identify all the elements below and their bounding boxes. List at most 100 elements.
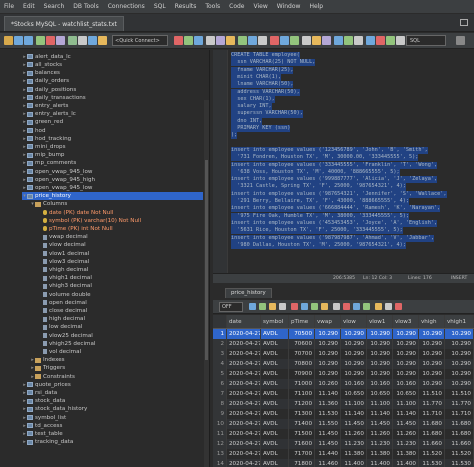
grid-cell[interactable]: AVDL: [261, 369, 289, 379]
grid-cell[interactable]: 10.290: [393, 339, 419, 349]
toolbar-button-icon[interactable]: [46, 36, 55, 45]
row-number[interactable]: 11: [213, 429, 227, 439]
toolbar-button-icon[interactable]: [206, 36, 215, 45]
toolbar-button-icon[interactable]: [258, 36, 267, 45]
results-toolbar-icon[interactable]: [333, 303, 340, 310]
grid-cell[interactable]: 70900: [289, 369, 315, 379]
grid-cell[interactable]: 11.380: [367, 449, 393, 459]
row-number[interactable]: 5: [213, 369, 227, 379]
grid-cell[interactable]: 11.510: [445, 389, 474, 399]
tree-item[interactable]: ▸ tracking_data: [22, 438, 203, 446]
grid-cell[interactable]: 10.160: [393, 379, 419, 389]
toolbar-button-icon[interactable]: [290, 36, 299, 45]
toolbar-button-icon[interactable]: [270, 36, 279, 45]
results-toolbar-icon[interactable]: [269, 303, 276, 310]
tree-item[interactable]: low decimal: [38, 324, 203, 332]
grid-cell[interactable]: 11.380: [393, 449, 419, 459]
row-number[interactable]: 3: [213, 349, 227, 359]
row-number[interactable]: 8: [213, 399, 227, 409]
grid-cell[interactable]: 2020-04-27: [227, 369, 261, 379]
tree-item[interactable]: ▸ mip_bump: [22, 151, 203, 159]
toolbar-button-icon[interactable]: [238, 36, 247, 45]
tree-item[interactable]: ▾ Columns: [30, 201, 203, 209]
grid-cell[interactable]: 11.260: [341, 429, 367, 439]
row-number[interactable]: 4: [213, 359, 227, 369]
tree-item[interactable]: ▸ quote_prices: [22, 381, 203, 389]
grid-cell[interactable]: 10.650: [367, 389, 393, 399]
menu-edit[interactable]: Edit: [23, 3, 35, 10]
grid-cell[interactable]: 11.680: [445, 419, 474, 429]
grid-cell[interactable]: 11.100: [367, 399, 393, 409]
grid-cell[interactable]: 10.290: [445, 369, 474, 379]
toolbar-button-icon[interactable]: [248, 36, 257, 45]
tree-item[interactable]: vhigh1 decimal: [38, 274, 203, 282]
row-number[interactable]: 9: [213, 409, 227, 419]
tree-item[interactable]: ▸ alert_data_lc: [22, 53, 203, 61]
table-row[interactable]: 9 2020-04-27 AVDL 71300 11.530 11.140 11.140 11…: [213, 409, 474, 419]
results-toolbar-icon[interactable]: [311, 303, 318, 310]
toolbar-button-icon[interactable]: [344, 36, 353, 45]
tree-item[interactable]: ▸ open_vwap_945_high: [22, 176, 203, 184]
toolbar-settings-icon[interactable]: [456, 36, 465, 45]
grid-cell[interactable]: 11.530: [419, 459, 445, 467]
grid-cell[interactable]: 10.290: [341, 339, 367, 349]
tree-item[interactable]: ▸ green_red: [22, 119, 203, 127]
grid-cell[interactable]: 2020-04-27: [227, 439, 261, 449]
grid-cell[interactable]: 11.380: [341, 449, 367, 459]
grid-cell[interactable]: AVDL: [261, 459, 289, 467]
results-toolbar-icon[interactable]: [259, 303, 266, 310]
connection-select[interactable]: <Quick Connect>: [112, 35, 168, 46]
grid-cell[interactable]: 2020-04-27: [227, 389, 261, 399]
grid-cell[interactable]: 11.450: [315, 429, 341, 439]
grid-cell[interactable]: 10.290: [367, 369, 393, 379]
results-toolbar-icon[interactable]: [291, 303, 298, 310]
grid-cell[interactable]: 10.290: [367, 339, 393, 349]
grid-cell[interactable]: AVDL: [261, 449, 289, 459]
grid-cell[interactable]: 71200: [289, 399, 315, 409]
grid-cell[interactable]: AVDL: [261, 399, 289, 409]
results-toolbar-icon[interactable]: [343, 303, 350, 310]
menu-sql[interactable]: SQL: [154, 3, 166, 10]
tree-item[interactable]: ▸ daily_orders: [22, 78, 203, 86]
grid-cell[interactable]: 11.400: [367, 459, 393, 467]
grid-cell[interactable]: 10.290: [315, 359, 341, 369]
grid-cell[interactable]: 70800: [289, 359, 315, 369]
grid-cell[interactable]: 70600: [289, 339, 315, 349]
row-number[interactable]: 2: [213, 339, 227, 349]
row-number[interactable]: 10: [213, 419, 227, 429]
toolbar-button-icon[interactable]: [68, 36, 77, 45]
grid-cell[interactable]: 10.290: [419, 359, 445, 369]
grid-cell[interactable]: 11.140: [367, 409, 393, 419]
toolbar-button-icon[interactable]: [194, 36, 203, 45]
results-toolbar-icon[interactable]: [385, 303, 392, 310]
grid-cell[interactable]: 10.160: [367, 379, 393, 389]
grid-cell[interactable]: 71500: [289, 429, 315, 439]
grid-cell[interactable]: 10.650: [393, 389, 419, 399]
grid-cell[interactable]: 10.290: [419, 329, 445, 339]
tree-item[interactable]: vwap decimal: [38, 233, 203, 241]
grid-cell[interactable]: 10.290: [315, 329, 341, 339]
grid-cell[interactable]: 11.680: [419, 419, 445, 429]
tree-item[interactable]: vlow1 decimal: [38, 250, 203, 258]
tree-item[interactable]: vlow25 decimal: [38, 332, 203, 340]
grid-cell[interactable]: 71400: [289, 419, 315, 429]
grid-cell[interactable]: 10.290: [445, 339, 474, 349]
grid-cell[interactable]: 10.290: [419, 349, 445, 359]
grid-cell[interactable]: 71700: [289, 449, 315, 459]
toolbar-button-icon[interactable]: [78, 36, 87, 45]
results-toolbar-icon[interactable]: [301, 303, 308, 310]
grid-cell[interactable]: 11.230: [393, 439, 419, 449]
grid-cell[interactable]: 10.290: [445, 379, 474, 389]
table-row[interactable]: 11 2020-04-27 AVDL 71500 11.450 11.260 11.260 1…: [213, 429, 474, 439]
grid-cell[interactable]: 11.140: [315, 389, 341, 399]
toolbar-button-icon[interactable]: [376, 36, 385, 45]
menu-window[interactable]: Window: [277, 3, 301, 10]
toolbar-button-icon[interactable]: [4, 36, 13, 45]
grid-cell[interactable]: 2020-04-27: [227, 459, 261, 467]
grid-cell[interactable]: 2020-04-27: [227, 349, 261, 359]
toolbar-button-icon[interactable]: [98, 36, 107, 45]
tree-item[interactable]: ▸ Constraints: [30, 373, 203, 381]
grid-cell[interactable]: 71800: [289, 459, 315, 467]
tree-item[interactable]: ▸ td_access: [22, 422, 203, 430]
grid-cell[interactable]: 10.290: [341, 359, 367, 369]
